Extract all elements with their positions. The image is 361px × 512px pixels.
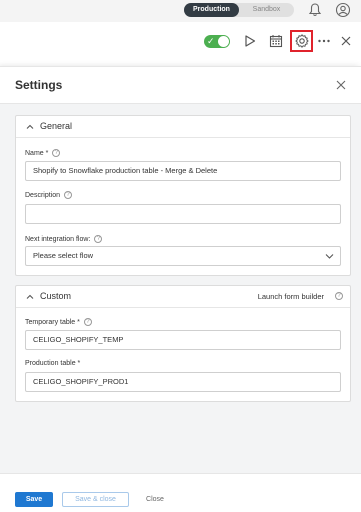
general-section: General Name * ? Shopify to Snowflake pr… (15, 115, 351, 276)
section-title: General (40, 121, 73, 131)
general-section-header[interactable]: General (16, 116, 350, 138)
chevron-down-icon[interactable] (325, 253, 334, 260)
help-icon[interactable]: ? (94, 235, 103, 243)
help-icon[interactable]: ? (83, 318, 92, 326)
panel-footer: Save Save & close Close (0, 473, 361, 512)
environment-toggle[interactable]: Production Sandbox (184, 3, 294, 17)
flow-enable-toggle[interactable]: ✓ (204, 35, 230, 48)
prod-table-label-text: Production table * (25, 360, 81, 367)
description-label-text: Description (25, 191, 61, 199)
section-title: Custom (40, 291, 72, 301)
prod-table-label: Production table * (25, 360, 80, 367)
toggle-knob (218, 36, 229, 47)
launch-form-builder-link[interactable]: Launch form builder (258, 292, 324, 301)
more-icon[interactable] (316, 33, 332, 49)
check-icon: ✓ (207, 36, 215, 46)
play-icon[interactable] (242, 33, 258, 49)
save-and-close-button[interactable]: Save & close (62, 492, 129, 507)
save-button[interactable]: Save (15, 492, 53, 507)
next-flow-select[interactable]: Please select flow (25, 246, 341, 266)
prod-table-input[interactable]: CELIGO_SHOPIFY_PROD1 (25, 372, 341, 392)
help-icon[interactable]: ? (64, 191, 73, 199)
top-bar: Production Sandbox (0, 0, 361, 22)
panel-body: General Name * ? Shopify to Snowflake pr… (0, 103, 361, 473)
temp-table-label-text: Temporary table * (25, 318, 80, 326)
next-flow-label: Next integration flow: ? (25, 235, 103, 243)
calendar-icon[interactable] (268, 33, 284, 49)
chevron-up-icon[interactable] (25, 292, 35, 302)
name-label: Name * ? (25, 149, 61, 157)
account-icon[interactable] (335, 2, 351, 18)
next-flow-label-text: Next integration flow: (25, 235, 91, 243)
description-input[interactable] (25, 204, 341, 224)
chevron-up-icon[interactable] (25, 122, 35, 132)
temp-table-input[interactable]: CELIGO_SHOPIFY_TEMP (25, 330, 341, 350)
name-input[interactable]: Shopify to Snowflake production table - … (25, 161, 341, 181)
next-flow-placeholder: Please select flow (33, 251, 94, 260)
close-button[interactable]: Close (137, 492, 173, 507)
custom-section-header[interactable]: Custom Launch form builder ? (16, 286, 350, 308)
flow-toolbar: ✓ (0, 22, 361, 66)
temp-table-label: Temporary table * ? (25, 318, 92, 326)
close-icon[interactable] (335, 79, 347, 91)
sandbox-tab[interactable]: Sandbox (239, 3, 294, 17)
help-icon[interactable]: ? (52, 149, 61, 157)
gear-icon[interactable] (294, 33, 310, 49)
name-label-text: Name * (25, 149, 49, 157)
close-icon[interactable] (338, 33, 354, 49)
settings-drawer: Settings General Name * ? Shopify to Sno… (0, 66, 361, 512)
production-tab[interactable]: Production (184, 3, 239, 17)
custom-section: Custom Launch form builder ? Temporary t… (15, 285, 351, 402)
description-label: Description ? (25, 191, 73, 199)
help-icon[interactable]: ? (335, 292, 343, 300)
bell-icon[interactable] (307, 2, 323, 18)
panel-title: Settings (15, 78, 63, 92)
